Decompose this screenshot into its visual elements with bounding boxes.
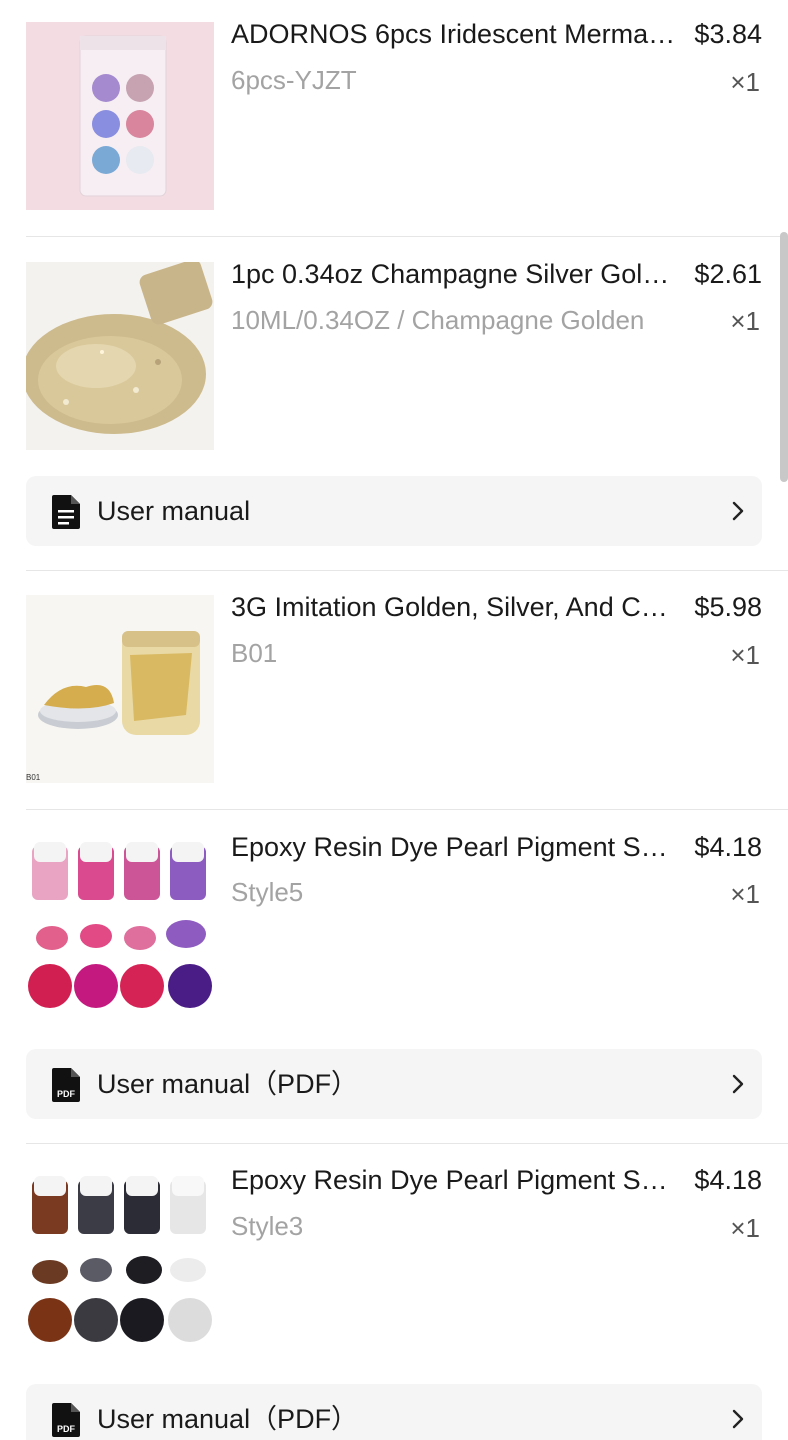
chevron-right-icon — [732, 501, 744, 521]
chevron-right-icon — [732, 1409, 744, 1429]
product-quantity: ×1 — [730, 306, 760, 336]
product-title[interactable]: Epoxy Resin Dye Pearl Pigment S… — [231, 1163, 681, 1197]
product-quantity: ×1 — [730, 67, 760, 97]
dark-pigment-set-image — [26, 1168, 214, 1356]
list-item[interactable]: B01 3G Imitation Golden, Silver, And C… … — [0, 571, 788, 809]
product-variant: B01 — [231, 638, 278, 668]
product-image[interactable]: B01 — [26, 595, 214, 783]
product-variant: 6pcs-YJZT — [231, 65, 357, 95]
user-manual-pdf-button[interactable]: PDF User manual（PDF） — [26, 1049, 762, 1119]
product-image[interactable] — [26, 834, 214, 1022]
list-item[interactable]: Epoxy Resin Dye Pearl Pigment S… $4.18 S… — [0, 810, 788, 1143]
product-quantity: ×1 — [730, 879, 760, 909]
scrollbar[interactable] — [780, 232, 788, 482]
user-manual-pdf-button[interactable]: PDF User manual（PDF） — [26, 1384, 762, 1440]
user-manual-label: User manual（PDF） — [97, 1069, 359, 1099]
pdf-icon: PDF — [52, 1068, 80, 1102]
user-manual-label: User manual — [97, 496, 251, 526]
user-manual-label: User manual（PDF） — [97, 1404, 359, 1434]
document-icon — [52, 495, 80, 529]
product-variant: Style3 — [231, 1211, 304, 1241]
list-item[interactable]: Epoxy Resin Dye Pearl Pigment S… $4.18 S… — [0, 1144, 788, 1440]
product-image[interactable] — [26, 1168, 214, 1356]
svg-text:PDF: PDF — [57, 1424, 76, 1434]
user-manual-button[interactable]: User manual — [26, 476, 762, 546]
product-price: $2.61 — [694, 259, 762, 289]
product-quantity: ×1 — [730, 1213, 760, 1243]
product-title[interactable]: 3G Imitation Golden, Silver, And C… — [231, 590, 681, 624]
gold-leaf-jar-image — [26, 595, 214, 783]
pdf-icon: PDF — [52, 1403, 80, 1437]
list-item[interactable]: ADORNOS 6pcs Iridescent Merma… $3.84 6pc… — [0, 0, 788, 236]
product-price: $4.18 — [694, 832, 762, 862]
mermaid-glitter-pack-image — [26, 22, 214, 210]
svg-text:PDF: PDF — [57, 1089, 76, 1099]
list-item[interactable]: 1pc 0.34oz Champagne Silver Gol… $2.61 1… — [0, 237, 788, 570]
product-title[interactable]: Epoxy Resin Dye Pearl Pigment S… — [231, 830, 681, 864]
image-caption: B01 — [26, 773, 41, 782]
product-title[interactable]: 1pc 0.34oz Champagne Silver Gol… — [231, 257, 681, 291]
product-price: $5.98 — [694, 592, 762, 622]
product-variant: Style5 — [231, 877, 304, 907]
product-title[interactable]: ADORNOS 6pcs Iridescent Merma… — [231, 17, 681, 51]
product-variant: 10ML/0.34OZ / Champagne Golden — [231, 305, 645, 335]
order-items-list: ADORNOS 6pcs Iridescent Merma… $3.84 6pc… — [0, 0, 788, 1440]
product-image[interactable] — [26, 262, 214, 450]
chevron-right-icon — [732, 1074, 744, 1094]
product-price: $4.18 — [694, 1165, 762, 1195]
product-price: $3.84 — [694, 19, 762, 49]
product-quantity: ×1 — [730, 640, 760, 670]
pink-pigment-set-image — [26, 834, 214, 1022]
champagne-glitter-image — [26, 262, 214, 450]
product-image[interactable] — [26, 22, 214, 210]
